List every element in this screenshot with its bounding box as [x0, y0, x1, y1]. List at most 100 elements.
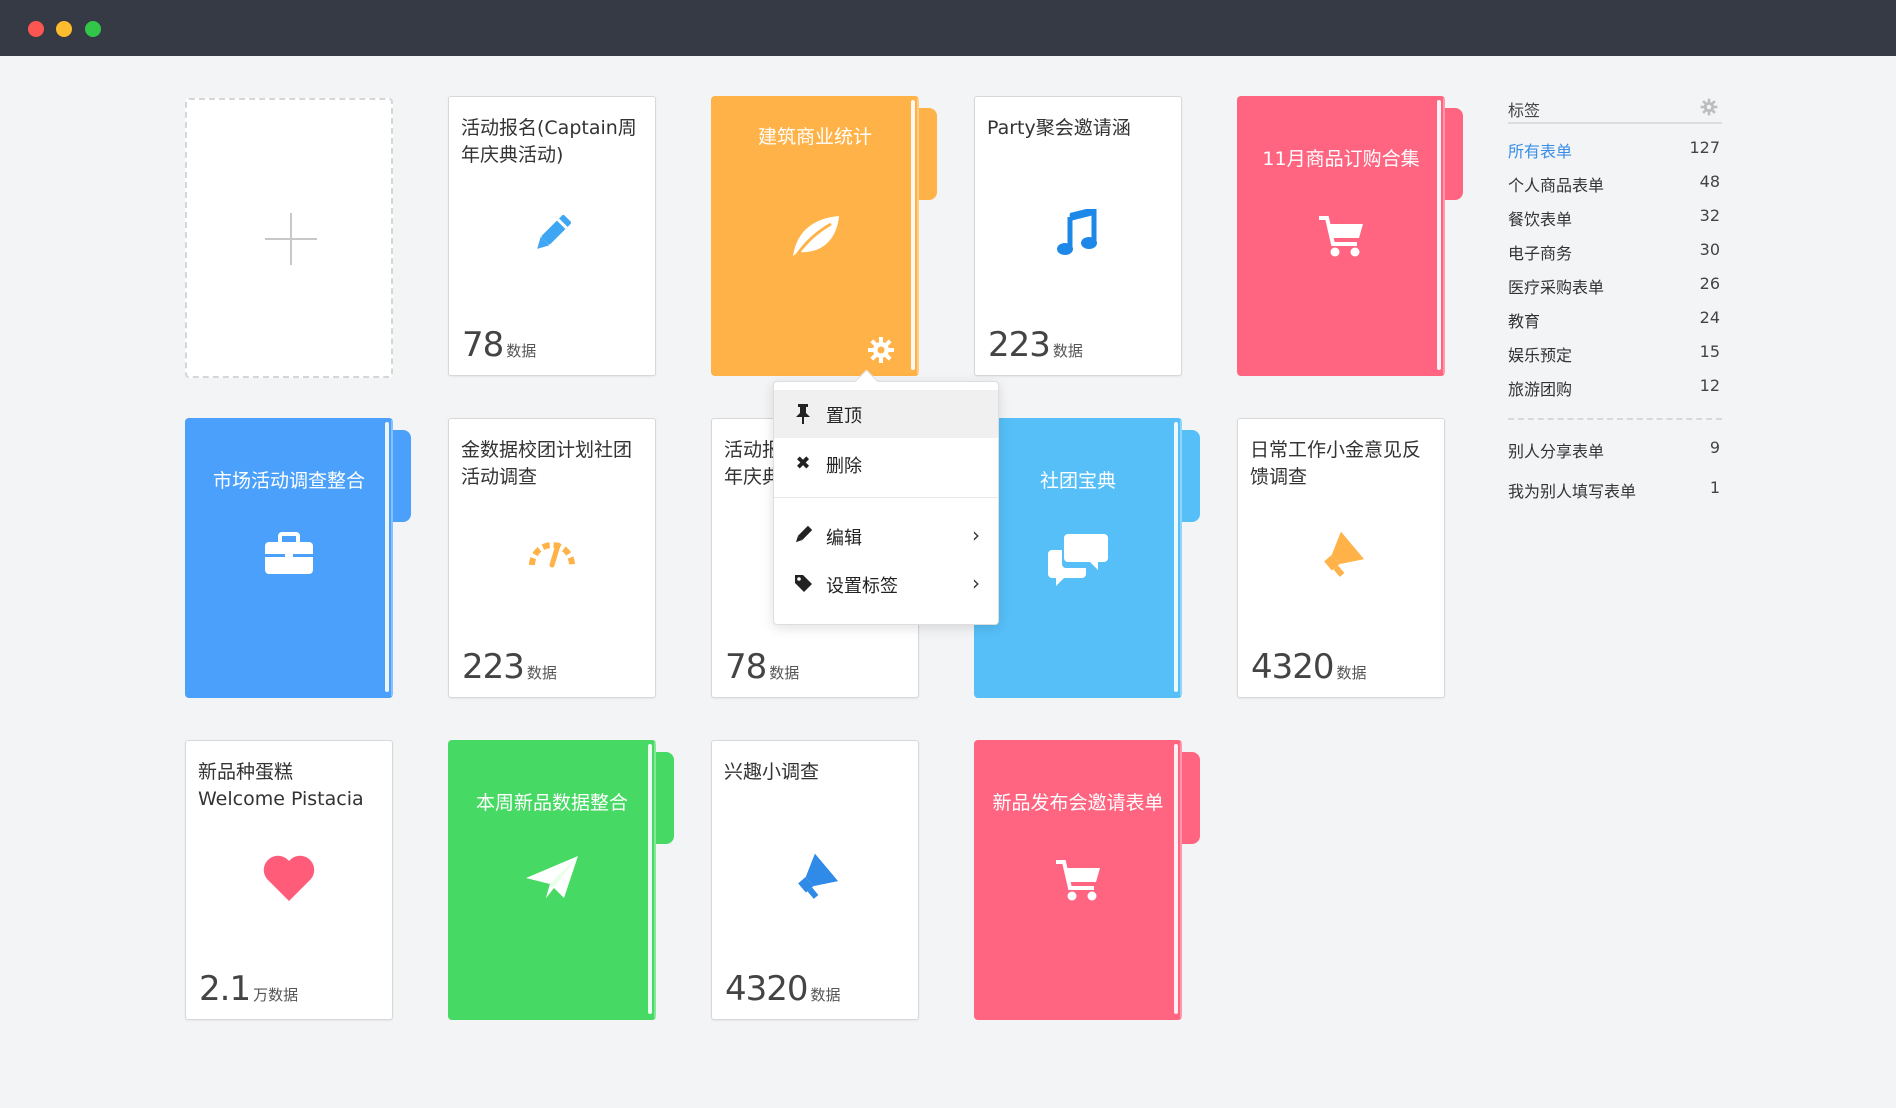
folder-card[interactable]: 本周新品数据整合: [448, 740, 674, 1020]
sidebar-item-count: 48: [1699, 172, 1720, 191]
menu-separator: [774, 497, 998, 498]
form-card-title: 日常工作小金意见反馈调查: [1250, 439, 1422, 488]
gear-icon[interactable]: [867, 336, 895, 368]
folder-title: 社团宝典: [1039, 470, 1116, 492]
window-titlebar: [0, 0, 1896, 56]
music-note-icon: [975, 207, 1181, 261]
menu-item-label: 删除: [826, 456, 862, 477]
form-card[interactable]: 新品种蛋糕 Welcome Pistacia 2.1 万数据: [185, 740, 393, 1020]
form-card-count: 223 数据: [988, 325, 1083, 365]
sidebar-item-count: 127: [1689, 138, 1720, 157]
sidebar-item-education[interactable]: 教育 24: [1508, 308, 1722, 334]
sidebar-title: 标签: [1508, 101, 1541, 120]
sidebar-item-label: 旅游团购: [1508, 380, 1573, 399]
form-card-title: 新品种蛋糕 Welcome Pistacia: [198, 761, 364, 810]
sidebar-item-personal-goods[interactable]: 个人商品表单 48: [1508, 172, 1722, 198]
sidebar-item-count: 30: [1699, 240, 1720, 259]
sidebar-item-label: 别人分享表单: [1508, 442, 1605, 461]
sidebar-item-count: 1: [1709, 478, 1720, 497]
sidebar-item-count: 32: [1699, 206, 1720, 225]
menu-item-edit[interactable]: 编辑 ›: [774, 512, 998, 560]
pencil-icon: [792, 525, 814, 547]
menu-item-label: 置顶: [826, 406, 862, 427]
form-card[interactable]: 兴趣小调查 4320 数据: [711, 740, 919, 1020]
form-card-title: 金数据校团计划社团活动调查: [461, 439, 633, 488]
sidebar-item-medical[interactable]: 医疗采购表单 26: [1508, 274, 1722, 300]
context-menu: 置顶 ✖ 删除 编辑 › 设置标签 ›: [773, 369, 999, 625]
folder-tab: [656, 752, 674, 844]
form-card-count: 78 数据: [462, 325, 537, 365]
folder-card[interactable]: 新品发布会邀请表单: [974, 740, 1200, 1020]
sidebar-item-all-forms[interactable]: 所有表单 127: [1508, 138, 1722, 164]
pencil-icon: [449, 209, 655, 263]
folder-card[interactable]: 建筑商业统计: [711, 96, 937, 376]
form-card-count: 223 数据: [462, 647, 557, 687]
plus-icon-vertical: [290, 213, 292, 265]
shopping-cart-icon: [974, 858, 1182, 908]
menu-item-label: 设置标签: [826, 576, 898, 597]
sidebar-item-label: 所有表单: [1508, 142, 1573, 161]
sidebar-item-travel[interactable]: 旅游团购 12: [1508, 376, 1722, 402]
shopping-cart-icon: [1237, 214, 1445, 264]
paper-plane-icon: [448, 854, 656, 906]
window-minimize-button[interactable]: [56, 21, 72, 37]
form-card-title: 兴趣小调查: [724, 761, 820, 783]
form-card-count: 78 数据: [725, 647, 800, 687]
sidebar-item-count: 15: [1699, 342, 1720, 361]
sidebar-item-filled-for-others[interactable]: 我为别人填写表单 1: [1508, 478, 1722, 504]
form-card[interactable]: Party聚会邀请涵 223 数据: [974, 96, 1182, 376]
sidebar-item-label: 餐饮表单: [1508, 210, 1573, 229]
menu-item-label: 编辑: [826, 528, 862, 549]
form-card-count: 2.1 万数据: [199, 969, 299, 1009]
folder-title: 新品发布会邀请表单: [992, 792, 1164, 814]
folder-title: 市场活动调查整合: [212, 470, 365, 492]
window-zoom-button[interactable]: [85, 21, 101, 37]
form-card-title: Party聚会邀请涵: [987, 117, 1131, 139]
folder-tab: [1182, 752, 1200, 844]
form-card[interactable]: 金数据校团计划社团活动调查 223 数据: [448, 418, 656, 698]
window-close-button[interactable]: [28, 21, 44, 37]
sidebar-item-label: 个人商品表单: [1508, 176, 1605, 195]
menu-item-pin[interactable]: 置顶: [774, 390, 998, 438]
chat-bubbles-icon: [974, 530, 1182, 590]
sidebar-item-label: 我为别人填写表单: [1508, 482, 1637, 501]
leaf-icon: [711, 212, 919, 264]
form-card[interactable]: 活动报名(Captain周年庆典活动) 78 数据: [448, 96, 656, 376]
form-card-count: 4320 数据: [725, 969, 841, 1009]
folder-tab: [919, 108, 937, 200]
sidebar-item-shared-by-others[interactable]: 别人分享表单 9: [1508, 438, 1722, 464]
folder-title: 本周新品数据整合: [475, 792, 628, 814]
sidebar-item-count: 12: [1699, 376, 1720, 395]
sidebar-item-label: 医疗采购表单: [1508, 278, 1605, 297]
gear-icon[interactable]: [1700, 98, 1718, 120]
sidebar-item-count: 26: [1699, 274, 1720, 293]
chevron-right-icon: ›: [972, 571, 980, 595]
new-form-card[interactable]: [185, 98, 393, 378]
briefcase-icon: [185, 532, 393, 580]
sidebar-item-label: 电子商务: [1508, 244, 1573, 263]
folder-title: 11月商品订购合集: [1262, 148, 1420, 170]
form-card[interactable]: 日常工作小金意见反馈调查 4320 数据: [1237, 418, 1445, 698]
folder-card[interactable]: 社团宝典: [974, 418, 1200, 698]
sidebar-item-entertainment[interactable]: 娱乐预定 15: [1508, 342, 1722, 368]
sidebar-divider: [1508, 418, 1722, 420]
folder-tab: [393, 430, 411, 522]
sidebar-item-catering[interactable]: 餐饮表单 32: [1508, 206, 1722, 232]
folder-tab: [1445, 108, 1463, 200]
megaphone-icon: [712, 853, 918, 905]
menu-item-set-tag[interactable]: 设置标签 ›: [774, 560, 998, 608]
sidebar-item-ecommerce[interactable]: 电子商务 30: [1508, 240, 1722, 266]
folder-tab: [1182, 430, 1200, 522]
form-card-count: 4320 数据: [1251, 647, 1367, 687]
menu-item-delete[interactable]: ✖ 删除: [774, 440, 998, 488]
speedometer-icon: [449, 531, 655, 575]
sidebar-header: 标签: [1508, 96, 1722, 124]
sidebar-item-label: 教育: [1508, 312, 1541, 331]
form-card-title: 活动报名(Captain周年庆典活动): [461, 117, 637, 166]
sidebar-item-label: 娱乐预定: [1508, 346, 1573, 365]
folder-card[interactable]: 11月商品订购合集: [1237, 96, 1463, 376]
megaphone-icon: [1238, 531, 1444, 583]
chevron-right-icon: ›: [972, 523, 980, 547]
folder-title: 建筑商业统计: [757, 126, 872, 148]
folder-card[interactable]: 市场活动调查整合: [185, 418, 411, 698]
